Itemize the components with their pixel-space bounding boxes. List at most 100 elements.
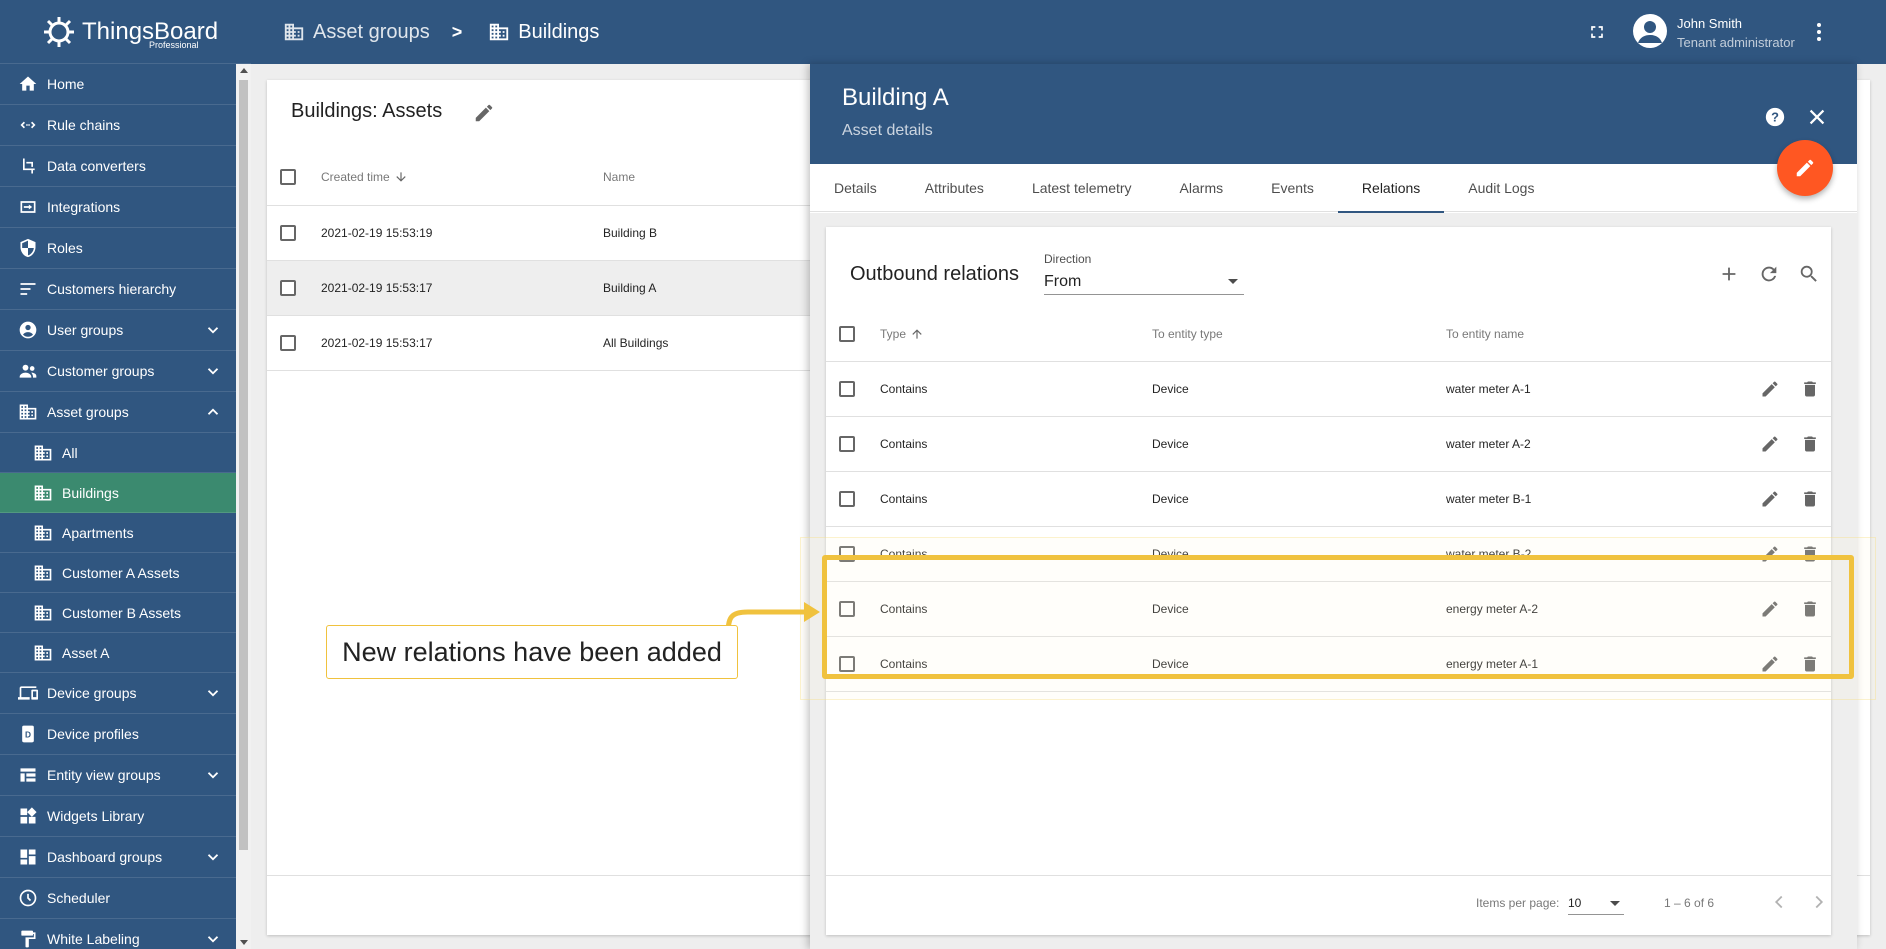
chevron-up-icon[interactable]: [204, 403, 222, 421]
chevron-down-icon[interactable]: [204, 684, 222, 702]
cell-type: Contains: [880, 657, 928, 671]
sidebar-item-data-converters[interactable]: Data converters: [0, 146, 236, 187]
scroll-down-icon[interactable]: [240, 940, 248, 945]
tab-details[interactable]: Details: [810, 164, 901, 212]
table-row[interactable]: Contains Device energy meter A-1: [826, 637, 1831, 692]
table-row[interactable]: Contains Device water meter B-1: [826, 472, 1831, 527]
sidebar-item-roles[interactable]: Roles: [0, 228, 236, 269]
close-icon[interactable]: [1806, 106, 1828, 128]
sidebar-item-asset-groups[interactable]: Asset groups: [0, 392, 236, 433]
tab-audit-logs[interactable]: Audit Logs: [1444, 164, 1558, 212]
chevron-left-icon[interactable]: [1768, 891, 1790, 913]
relations-table-header: Type To entity type To entity name: [826, 307, 1831, 362]
sidebar-scrollbar[interactable]: [236, 64, 251, 949]
sidebar-item-white-labeling[interactable]: White Labeling: [0, 919, 236, 949]
sidebar-item-customer-b-assets[interactable]: Customer B Assets: [0, 593, 236, 633]
sidebar-item-customer-a-assets[interactable]: Customer A Assets: [0, 553, 236, 593]
items-per-page-select[interactable]: 10: [1568, 889, 1624, 915]
row-checkbox[interactable]: [839, 546, 855, 562]
sidebar-item-device-groups[interactable]: Device groups: [0, 673, 236, 714]
table-row[interactable]: Contains Device water meter A-1: [826, 362, 1831, 417]
search-icon[interactable]: [1798, 263, 1820, 285]
direction-select[interactable]: From: [1044, 269, 1244, 295]
sidebar-item-all[interactable]: All: [0, 433, 236, 473]
delete-icon[interactable]: [1800, 654, 1820, 674]
edit-icon[interactable]: [1760, 489, 1780, 509]
sidebar-item-customers-hierarchy[interactable]: Customers hierarchy: [0, 269, 236, 310]
chevron-right-icon[interactable]: [1808, 891, 1830, 913]
more-vert-icon[interactable]: [1807, 20, 1831, 44]
scrollbar-thumb[interactable]: [239, 80, 248, 850]
edit-icon[interactable]: [1760, 599, 1780, 619]
sidebar-item-home[interactable]: Home: [0, 64, 236, 105]
refresh-icon[interactable]: [1758, 263, 1780, 285]
sidebar-item-entity-view-groups[interactable]: Entity view groups: [0, 755, 236, 796]
cell-type: Contains: [880, 492, 928, 506]
row-checkbox[interactable]: [839, 601, 855, 617]
sidebar-item-widgets-library[interactable]: Widgets Library: [0, 796, 236, 837]
select-all-checkbox[interactable]: [280, 168, 296, 185]
row-checkbox[interactable]: [839, 656, 855, 672]
row-checkbox[interactable]: [839, 436, 855, 452]
chevron-down-icon[interactable]: [204, 362, 222, 380]
fullscreen-icon[interactable]: [1587, 22, 1607, 42]
column-type[interactable]: Type: [880, 327, 924, 341]
delete-icon[interactable]: [1800, 544, 1820, 564]
cell-name: Building B: [603, 226, 658, 240]
delete-icon[interactable]: [1800, 599, 1820, 619]
breadcrumb-asset-groups[interactable]: Asset groups: [283, 21, 430, 44]
sidebar-item-device-profiles[interactable]: D Device profiles: [0, 714, 236, 755]
help-icon[interactable]: ?: [1764, 106, 1786, 128]
cell-created-time: 2021-02-19 15:53:17: [321, 281, 433, 295]
row-checkbox[interactable]: [839, 381, 855, 397]
sidebar-item-dashboard-groups[interactable]: Dashboard groups: [0, 837, 236, 878]
sidebar-item-integrations[interactable]: Integrations: [0, 187, 236, 228]
edit-icon[interactable]: [1760, 654, 1780, 674]
edit-icon[interactable]: [1760, 379, 1780, 399]
select-all-checkbox[interactable]: [839, 326, 855, 342]
column-created-time[interactable]: Created time: [321, 170, 408, 184]
table-row[interactable]: Contains Device water meter A-2: [826, 417, 1831, 472]
chevron-down-icon[interactable]: [204, 848, 222, 866]
tab-relations[interactable]: Relations: [1337, 164, 1445, 213]
delete-icon[interactable]: [1800, 489, 1820, 509]
logo[interactable]: ThingsBoard Professional: [0, 0, 251, 64]
building-icon: [17, 401, 39, 423]
tab-latest-telemetry[interactable]: Latest telemetry: [1008, 164, 1156, 212]
add-icon[interactable]: [1718, 263, 1740, 285]
avatar[interactable]: [1633, 14, 1667, 48]
column-to-entity-name[interactable]: To entity name: [1446, 327, 1524, 341]
scroll-up-icon[interactable]: [240, 68, 248, 73]
delete-icon[interactable]: [1800, 379, 1820, 399]
sidebar-item-scheduler[interactable]: Scheduler: [0, 878, 236, 919]
edit-icon[interactable]: [1760, 434, 1780, 454]
edit-icon[interactable]: [1760, 544, 1780, 564]
svg-text:?: ?: [1771, 110, 1779, 125]
sidebar-item-rule-chains[interactable]: Rule chains: [0, 105, 236, 146]
column-to-entity-type[interactable]: To entity type: [1152, 327, 1223, 341]
tab-alarms[interactable]: Alarms: [1156, 164, 1248, 212]
edit-icon[interactable]: [473, 102, 495, 124]
row-checkbox[interactable]: [280, 335, 296, 351]
row-checkbox[interactable]: [839, 491, 855, 507]
table-row[interactable]: Contains Device water meter B-2: [826, 527, 1831, 582]
delete-icon[interactable]: [1800, 434, 1820, 454]
row-checkbox[interactable]: [280, 280, 296, 296]
sidebar-item-customer-groups[interactable]: Customer groups: [0, 351, 236, 392]
chevron-down-icon[interactable]: [204, 321, 222, 339]
data-converters-icon: [17, 155, 39, 177]
chevron-down-icon[interactable]: [204, 930, 222, 948]
sidebar-item-asset-a[interactable]: Asset A: [0, 633, 236, 673]
table-row[interactable]: Contains Device energy meter A-2: [826, 582, 1831, 637]
edit-fab-button[interactable]: [1777, 140, 1833, 196]
tab-attributes[interactable]: Attributes: [901, 164, 1008, 212]
sidebar-item-apartments[interactable]: Apartments: [0, 513, 236, 553]
row-checkbox[interactable]: [280, 225, 296, 241]
sidebar-item-user-groups[interactable]: User groups: [0, 310, 236, 351]
breadcrumb-label: Asset groups: [313, 20, 430, 43]
tab-events[interactable]: Events: [1247, 164, 1338, 212]
chevron-down-icon[interactable]: [204, 766, 222, 784]
sidebar-item-buildings[interactable]: Buildings: [0, 473, 236, 513]
cell-type: Contains: [880, 382, 928, 396]
column-name[interactable]: Name: [603, 170, 635, 184]
